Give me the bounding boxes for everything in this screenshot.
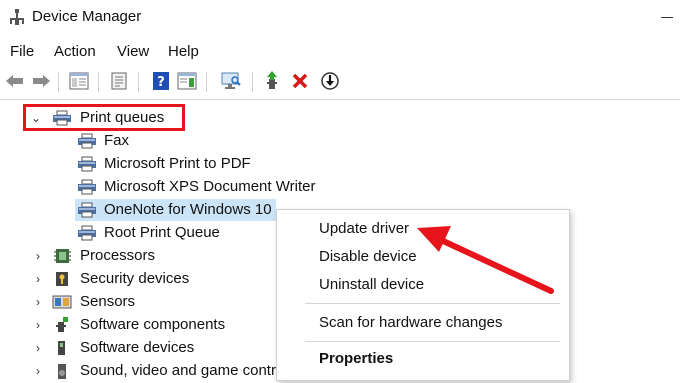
minimize-button[interactable]	[661, 17, 673, 18]
menu-separator	[305, 303, 560, 304]
forward-icon[interactable]	[30, 69, 52, 93]
toolbar-separator	[98, 72, 99, 92]
context-menu-properties[interactable]: Properties	[277, 346, 569, 372]
menu-item-label: Update driver	[319, 220, 410, 237]
printer-icon	[78, 156, 96, 172]
chevron-right-icon[interactable]: ›	[33, 342, 43, 354]
tree-label: Software components	[80, 316, 226, 333]
update-driver-icon[interactable]	[262, 69, 284, 93]
tree-node-fax[interactable]: Fax	[0, 130, 680, 153]
window-title: Device Manager	[32, 8, 142, 25]
toolbar-separator	[138, 72, 139, 92]
toolbar-separator	[58, 72, 59, 92]
chevron-right-icon[interactable]: ›	[33, 273, 43, 285]
back-icon[interactable]	[4, 69, 26, 93]
tree-label: Microsoft XPS Document Writer	[104, 178, 316, 195]
toolbar-separator	[252, 72, 253, 92]
scan-hardware-icon[interactable]	[220, 69, 242, 93]
tree-label: Fax	[104, 132, 130, 149]
tree-label: Sound, video and game contr	[80, 362, 276, 379]
menu-item-label: Properties	[319, 350, 394, 367]
install-legacy-icon[interactable]	[319, 69, 341, 93]
chevron-right-icon[interactable]: ›	[33, 365, 43, 377]
tree-label: Software devices	[80, 339, 195, 356]
uninstall-icon[interactable]	[289, 69, 311, 93]
chevron-right-icon[interactable]: ›	[33, 296, 43, 308]
menu-item-label: Scan for hardware changes	[319, 314, 503, 331]
annotation-arrow	[417, 226, 554, 294]
tree-label: Root Print Queue	[104, 224, 220, 241]
tree-label: Microsoft Print to PDF	[104, 155, 251, 172]
software-component-icon	[56, 317, 68, 332]
security-device-icon	[56, 272, 68, 286]
menu-item-label: Disable device	[319, 248, 417, 265]
printer-icon	[78, 179, 96, 195]
svg-text:?: ?	[157, 75, 165, 90]
chevron-right-icon[interactable]: ›	[33, 250, 43, 262]
help-icon[interactable]: ?	[150, 69, 172, 93]
processor-icon	[54, 249, 71, 263]
speaker-icon	[58, 364, 66, 379]
toolbar-separator	[206, 72, 207, 92]
menu-file[interactable]: File	[10, 43, 34, 60]
tree-node-microsoft-print-to-pdf[interactable]: Microsoft Print to PDF	[0, 153, 680, 176]
tree-node-microsoft-xps-document-writer[interactable]: Microsoft XPS Document Writer	[0, 176, 680, 199]
tree-label: Security devices	[80, 270, 190, 287]
chevron-right-icon[interactable]: ›	[33, 319, 43, 331]
printer-icon	[78, 133, 96, 149]
context-menu-scan-hardware-changes[interactable]: Scan for hardware changes	[277, 310, 569, 336]
software-device-icon	[58, 341, 65, 355]
menu-help[interactable]: Help	[168, 43, 199, 60]
tree-label: OneNote for Windows 10	[104, 201, 272, 218]
title-bar: Device Manager	[0, 0, 680, 36]
tree-label: Processors	[80, 247, 156, 264]
show-hide-console-tree-icon[interactable]	[68, 69, 90, 93]
printer-icon	[78, 202, 96, 218]
menu-separator	[305, 341, 560, 342]
tree-label: Sensors	[80, 293, 136, 310]
menu-action[interactable]: Action	[54, 43, 96, 60]
toolbar: ?	[0, 66, 680, 98]
sensor-icon	[52, 295, 72, 309]
device-manager-icon	[10, 9, 24, 25]
menu-view[interactable]: View	[117, 43, 149, 60]
properties-icon[interactable]	[108, 69, 130, 93]
printer-icon	[78, 225, 96, 241]
menu-bar: File Action View Help	[0, 40, 680, 64]
action-pane-icon[interactable]	[176, 69, 198, 93]
annotation-highlight-box	[23, 104, 185, 131]
